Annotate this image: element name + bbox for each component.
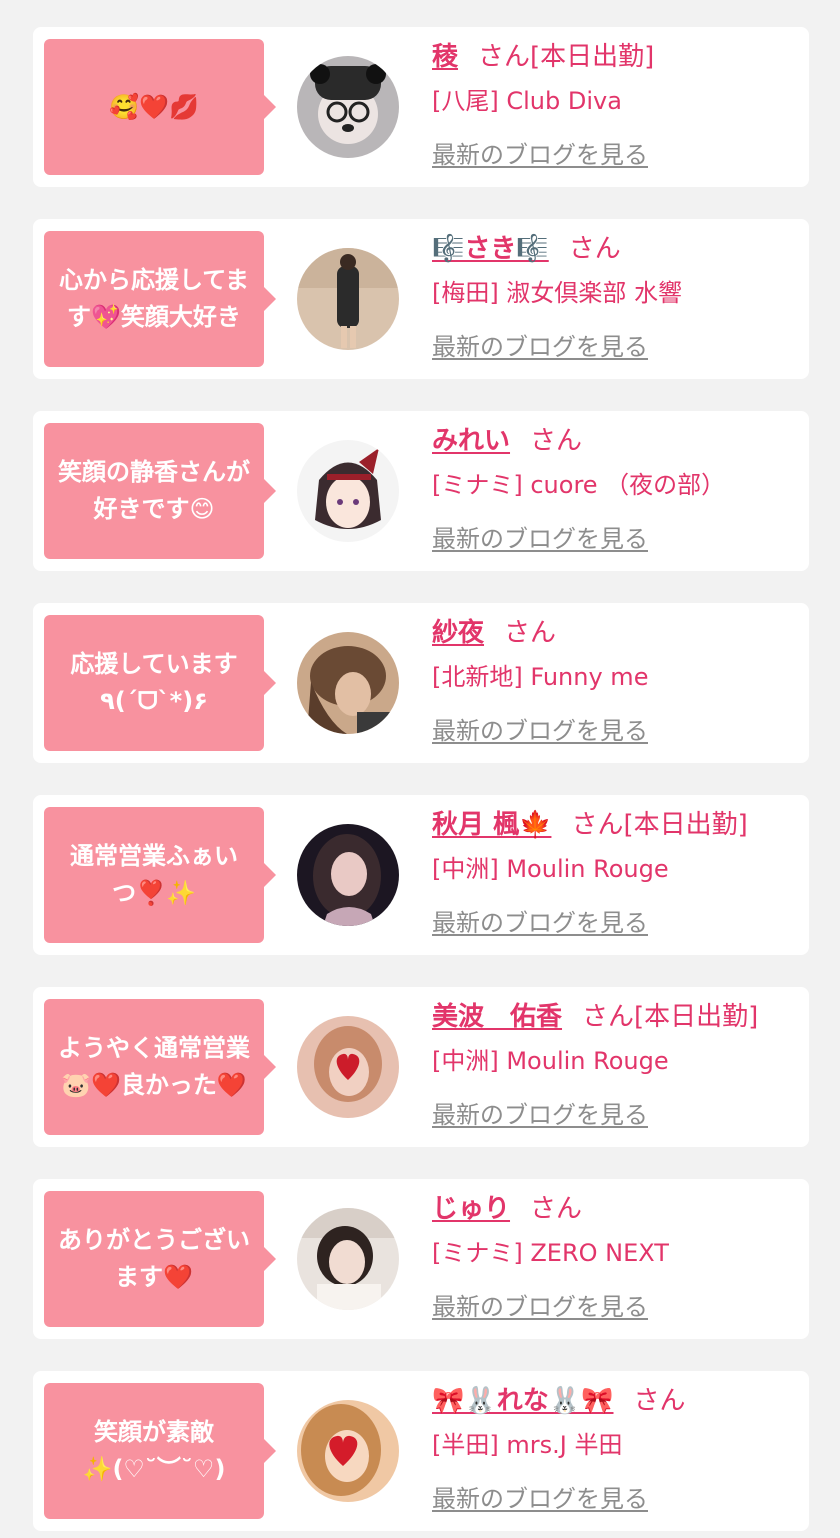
avatar-heart-photo-icon[interactable] (297, 1016, 399, 1118)
avatar-photo-icon[interactable] (297, 824, 399, 926)
cast-name-link[interactable]: 🎀🐰れな🐰🎀 (432, 1386, 614, 1416)
honorific-label: さん[本日出勤] (571, 810, 748, 840)
message-bubble: 通常営業ふぁいつ❣️✨ (44, 807, 276, 943)
name-line: みれい さん (432, 421, 582, 461)
list-item: 通常営業ふぁいつ❣️✨ 秋月 楓🍁 さん[本日出勤] [中洲] Moulin Roug… (33, 795, 809, 955)
avatar-image (297, 1208, 399, 1310)
cast-name-link[interactable]: 紗夜 (432, 618, 484, 648)
message-bubble: 笑顔が素敵 ✨(♡˘︶˘♡) (44, 1383, 276, 1519)
cast-name-link[interactable]: みれい (432, 426, 510, 456)
store-label: [北新地] Funny me (432, 663, 649, 691)
latest-blog-link[interactable]: 最新のブログを見る (432, 137, 648, 173)
avatar-image (297, 1016, 399, 1118)
latest-blog-link[interactable]: 最新のブログを見る (432, 1097, 648, 1133)
message-bubble: 🥰❤️💋 (44, 39, 276, 175)
avatar-image (297, 632, 399, 734)
name-line: 🎼さき🎼 さん (432, 229, 621, 269)
avatar-image (297, 1400, 399, 1502)
cast-name-link[interactable]: 秋月 楓🍁 (432, 810, 551, 840)
cast-name-link[interactable]: じゅり (432, 1194, 510, 1224)
avatar-heart-photo-icon[interactable] (297, 1400, 399, 1502)
store-label: [中洲] Moulin Rouge (432, 1047, 669, 1075)
message-bubble: 笑顔の静香さんが好きです😊 (44, 423, 276, 559)
latest-blog-link[interactable]: 最新のブログを見る (432, 1289, 648, 1325)
cast-name-link[interactable]: 🎼さき🎼 (432, 234, 549, 264)
name-line: 🎀🐰れな🐰🎀 さん (432, 1381, 686, 1421)
name-line: 美波 佑香 さん[本日出勤] (432, 997, 758, 1037)
store-label: [半田] mrs.J 半田 (432, 1431, 623, 1459)
list-item: 🥰❤️💋 稜さん[本日出勤] [八尾] Club Diva 最新のブログを見る (33, 27, 809, 187)
store-label: [ミナミ] ZERO NEXT (432, 1239, 669, 1267)
name-line: 秋月 楓🍁 さん[本日出勤] (432, 805, 748, 845)
avatar-photo-icon[interactable] (297, 248, 399, 350)
list-item: 応援しています ٩(´ᗜ`*)۶ 紗夜 さん [北新地] Funny me 最新のブログ… (33, 603, 809, 763)
avatar-photo-icon[interactable] (297, 1208, 399, 1310)
latest-blog-link[interactable]: 最新のブログを見る (432, 1481, 648, 1517)
name-line: 紗夜 さん (432, 613, 556, 653)
honorific-label: さん[本日出勤] (582, 1002, 759, 1032)
honorific-label: さん (530, 426, 583, 456)
name-line: じゅり さん (432, 1189, 582, 1229)
message-bubble: 心から応援してます💖笑顔大好き (44, 231, 276, 367)
latest-blog-link[interactable]: 最新のブログを見る (432, 713, 648, 749)
avatar-image (297, 248, 399, 350)
honorific-label: さん (633, 1386, 686, 1416)
message-bubble: ありがとうございます❤️ (44, 1191, 276, 1327)
list-item: ようやく通常営業🐷❤️良かった❤️ 美波 佑香 さん[本日出勤] [中洲] Mouli… (33, 987, 809, 1147)
list-item: ありがとうございます❤️ じゅり さん [ミナミ] ZERO NEXT 最新のブログを見… (33, 1179, 809, 1339)
name-line: 稜さん[本日出勤] (432, 37, 654, 77)
avatar-photo-icon[interactable] (297, 56, 399, 158)
honorific-label: さん (568, 234, 621, 264)
message-bubble: ようやく通常営業🐷❤️良かった❤️ (44, 999, 276, 1135)
latest-blog-link[interactable]: 最新のブログを見る (432, 905, 648, 941)
store-label: [中洲] Moulin Rouge (432, 855, 669, 883)
honorific-label: さん (504, 618, 557, 648)
list-item: 心から応援してます💖笑顔大好き 🎼さき🎼 さん [梅田] 淑女倶楽部 水響最新のブログ… (33, 219, 809, 379)
honorific-label: さん (530, 1194, 583, 1224)
avatar-photo-icon[interactable] (297, 632, 399, 734)
avatar-image (297, 56, 399, 158)
cast-name-link[interactable]: 美波 佑香 (432, 1002, 562, 1032)
avatar-image (297, 824, 399, 926)
honorific-label: さん[本日出勤] (478, 42, 655, 72)
message-bubble: 応援しています ٩(´ᗜ`*)۶ (44, 615, 276, 751)
store-label: [八尾] Club Diva (432, 87, 622, 115)
latest-blog-link[interactable]: 最新のブログを見る (432, 521, 648, 557)
list-item: 笑顔の静香さんが好きです😊 みれい さん [ミナミ] cuore （夜の部） 最新のブロ… (33, 411, 809, 571)
cast-name-link[interactable]: 稜 (432, 42, 458, 72)
latest-blog-link[interactable]: 最新のブログを見る (432, 329, 648, 365)
store-label: [ミナミ] cuore （夜の部） (432, 471, 726, 499)
avatar-illustration-icon[interactable] (297, 440, 399, 542)
list-item: 笑顔が素敵 ✨(♡˘︶˘♡) 🎀🐰れな🐰🎀 さん [半田] mrs.J 半田最新のブロ… (33, 1371, 809, 1531)
avatar-image (297, 440, 399, 542)
store-label: [梅田] 淑女倶楽部 水響 (432, 279, 682, 307)
